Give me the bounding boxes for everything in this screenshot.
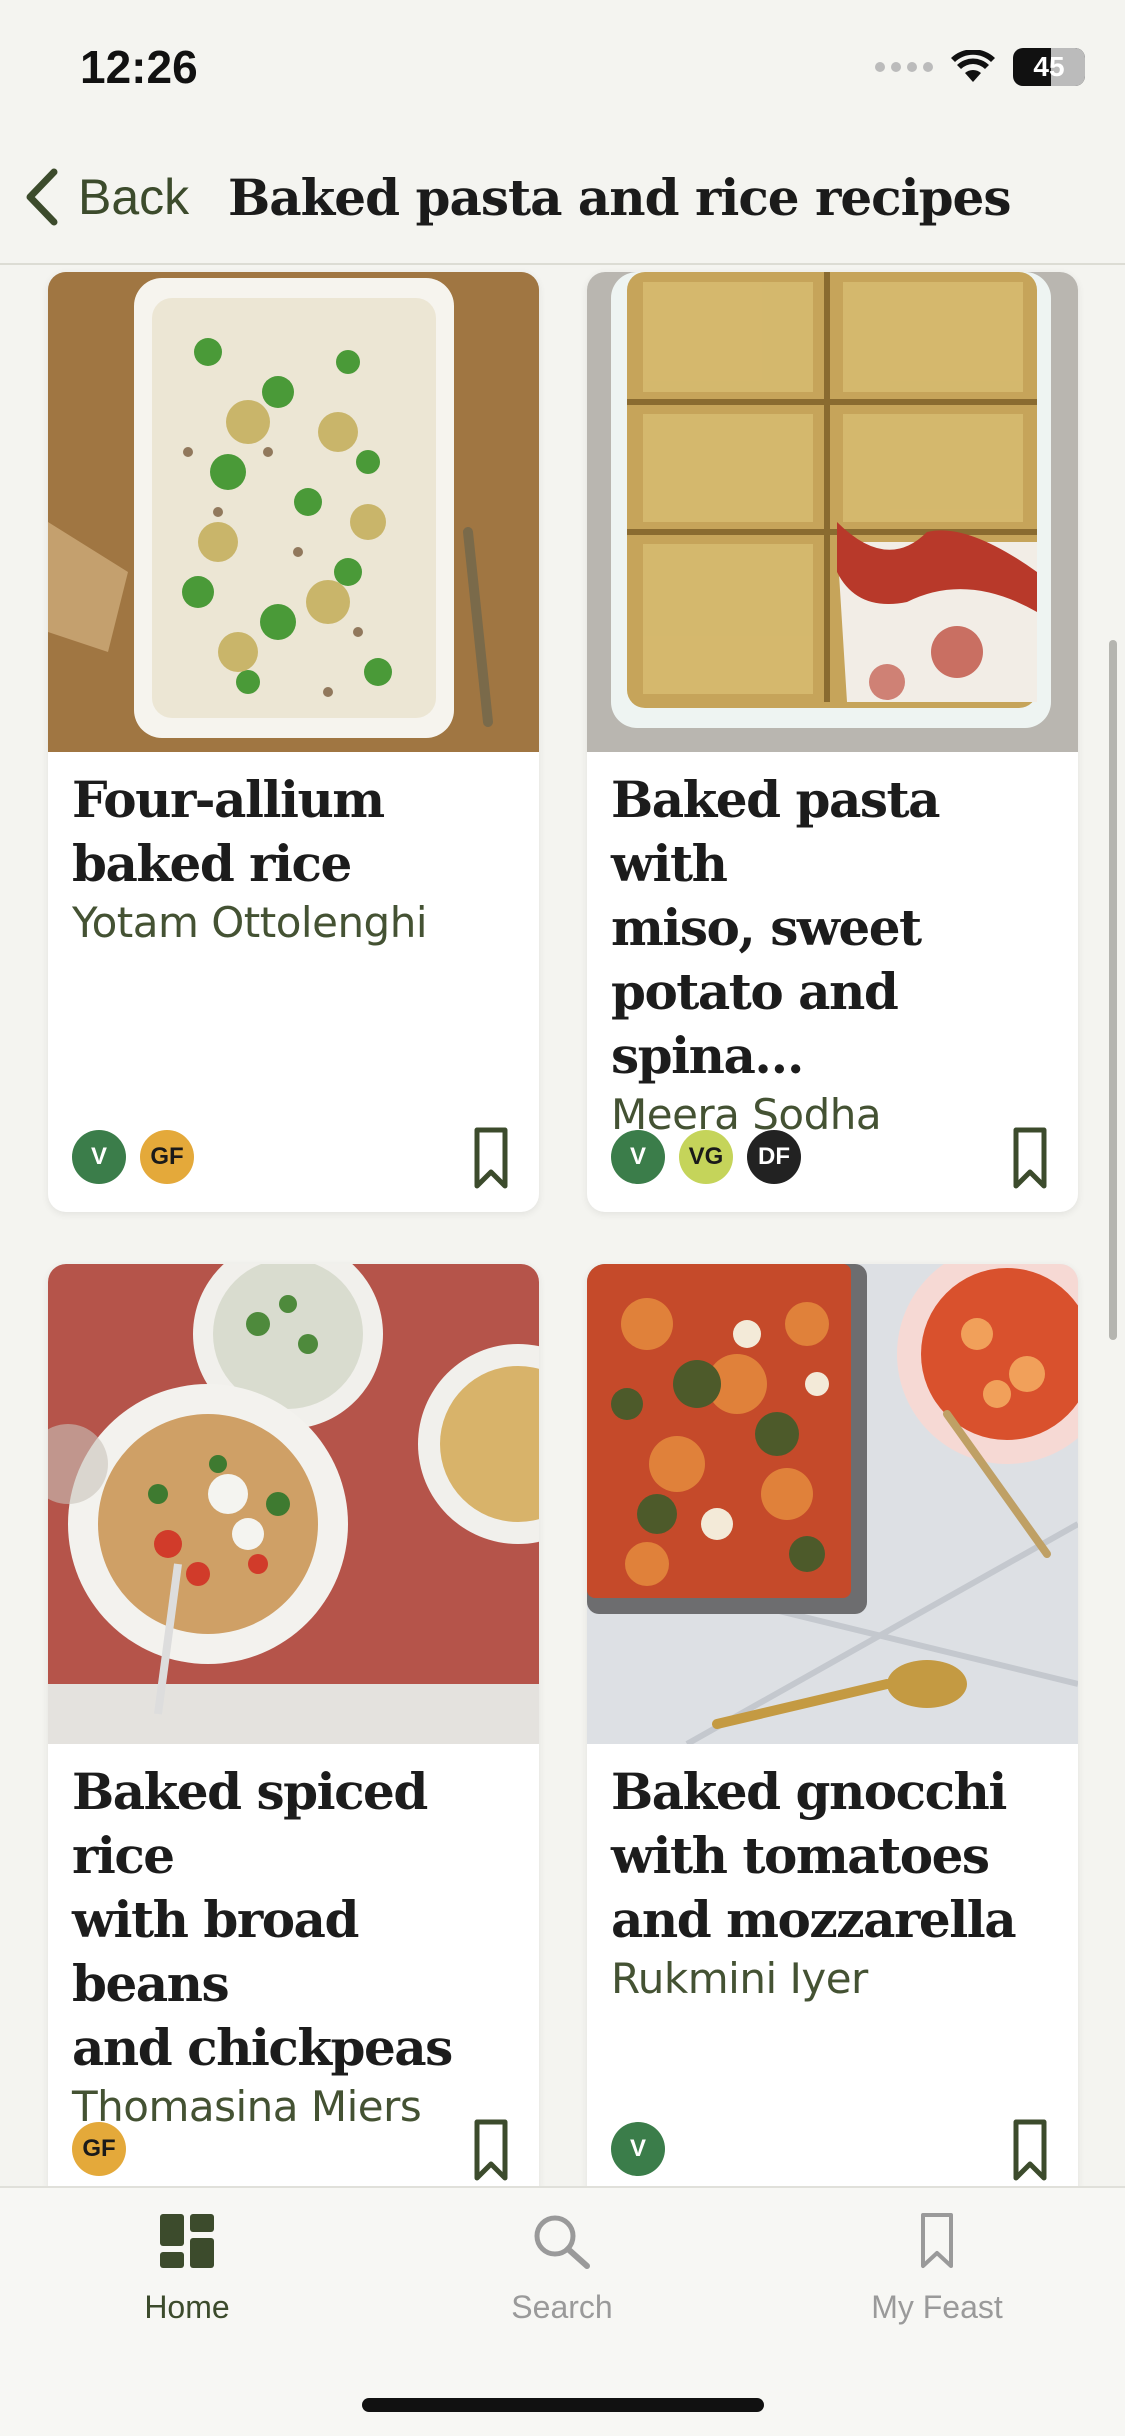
recipe-card[interactable]: Baked gnocchi with tomatoes and mozzarel… [587,1264,1078,2204]
bookmark-icon[interactable] [1012,1126,1048,1190]
recipe-card-body: Baked spiced rice with broad beans and c… [48,1744,539,2204]
recipe-title-line: baked rice [72,834,352,893]
recipe-title-line: with broad beans [72,1890,359,2013]
status-bar: 12:26 45 [0,0,1125,140]
tab-home-label: Home [144,2289,230,2325]
diet-tags: GF [72,2122,126,2176]
recipe-image [48,1264,539,1744]
recipe-image [48,272,539,752]
recipe-title-line: potato and spina… [611,962,899,1085]
chevron-left-icon [26,168,58,226]
recipe-title-line: Baked gnocchi [611,1762,1007,1821]
recipe-card-body: Baked pasta with miso, sweet potato and … [587,752,1078,1212]
diet-tags: V [611,2122,665,2176]
recipe-card[interactable]: Baked pasta with miso, sweet potato and … [587,272,1078,1212]
diet-tags: V GF [72,1130,194,1184]
recipe-title-line: Four-allium [72,770,385,829]
bookmark-icon[interactable] [473,1126,509,1190]
recipe-title: Four-allium baked rice [72,768,517,896]
status-time: 12:26 [80,41,198,93]
recipe-image [587,272,1078,752]
battery-level: 45 [1033,51,1065,82]
recipe-author: Thomasina Miers [72,2082,422,2131]
tag-gluten-free: GF [72,2122,126,2176]
tab-search[interactable]: Search [462,2212,662,2326]
recipe-card-body: Four-allium baked rice Yotam Ottolenghi … [48,752,539,1212]
diet-tags: V VG DF [611,1130,801,1184]
cellular-signal-icon [875,62,933,72]
tag-vegan: VG [679,1130,733,1184]
bookmark-icon [921,2213,953,2268]
recipe-card[interactable]: Four-allium baked rice Yotam Ottolenghi … [48,272,539,1212]
battery-icon: 45 [1013,48,1085,86]
recipe-image [587,1264,1078,1744]
tab-home[interactable]: Home [87,2212,287,2326]
tag-vegetarian: V [611,2122,665,2176]
recipe-card[interactable]: Baked spiced rice with broad beans and c… [48,1264,539,2204]
wifi-icon [951,50,995,82]
recipe-title: Baked gnocchi with tomatoes and mozzarel… [611,1760,1056,1952]
recipe-title: Baked pasta with miso, sweet potato and … [611,768,1056,1088]
tab-search-label: Search [511,2289,613,2325]
tab-bar: Home Search My Feast [0,2186,1125,2436]
tag-dairy-free: DF [747,1130,801,1184]
tab-my-feast-label: My Feast [871,2289,1003,2325]
recipe-card-body: Baked gnocchi with tomatoes and mozzarel… [587,1744,1078,2204]
tag-gluten-free: GF [140,1130,194,1184]
home-indicator[interactable] [362,2398,764,2412]
recipe-title-line: and chickpeas [72,2018,453,2077]
recipe-author: Rukmini Iyer [611,1954,868,2003]
tag-vegetarian: V [611,1130,665,1184]
recipe-title-line: with tomatoes [611,1826,990,1885]
recipe-author: Yotam Ottolenghi [72,898,428,947]
navigation-bar: Back Baked pasta and rice recipes [0,140,1125,265]
home-grid-icon [160,2214,214,2268]
recipe-title-line: Baked spiced rice [72,1762,428,1885]
back-label: Back [78,169,190,225]
bookmark-icon[interactable] [473,2118,509,2182]
recipe-title-line: Baked pasta with [611,770,940,893]
recipe-title: Baked spiced rice with broad beans and c… [72,1760,517,2080]
status-icons: 45 [875,48,1085,86]
search-icon [534,2215,590,2269]
bookmark-icon[interactable] [1012,2118,1048,2182]
recipe-title-line: miso, sweet [611,898,922,957]
back-button[interactable]: Back [24,168,189,226]
tab-my-feast[interactable]: My Feast [837,2212,1037,2326]
tag-vegetarian: V [72,1130,126,1184]
page-title: Baked pasta and rice recipes [228,168,1012,227]
scrollbar[interactable] [1109,640,1117,1340]
recipe-title-line: and mozzarella [611,1890,1017,1949]
